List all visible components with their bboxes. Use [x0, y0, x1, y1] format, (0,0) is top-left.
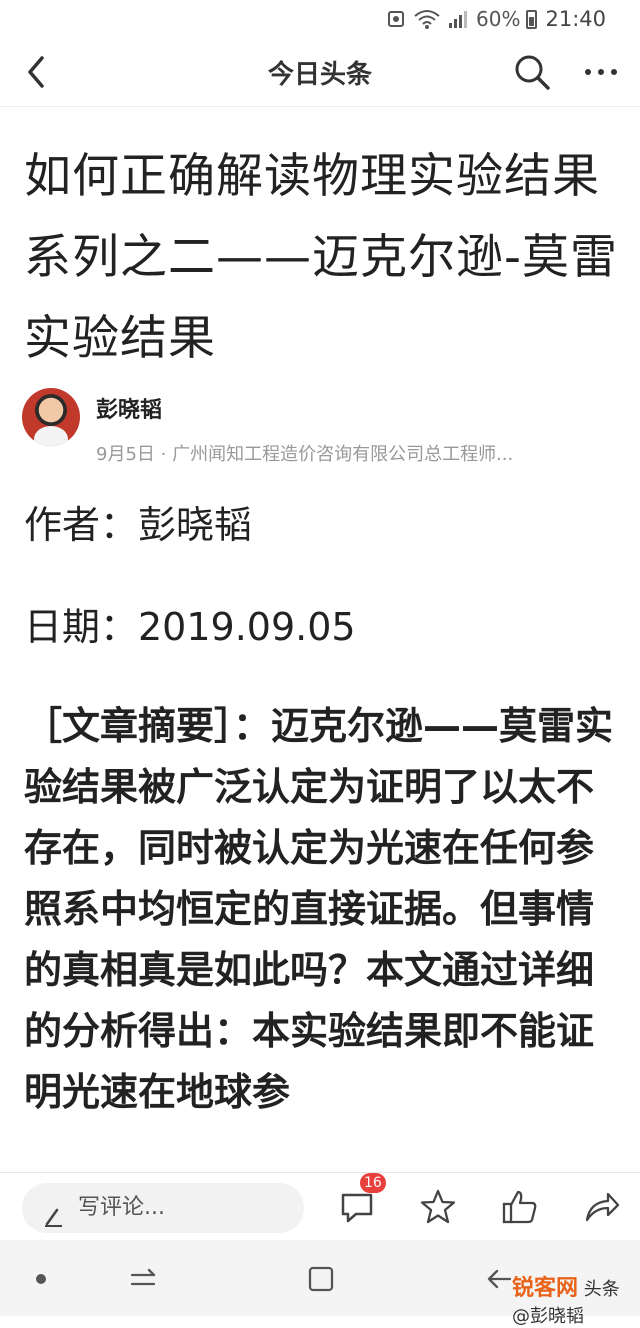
- star-icon[interactable]: [418, 1187, 458, 1227]
- notification-icon: [386, 9, 406, 29]
- like-icon[interactable]: [500, 1187, 540, 1227]
- author-info: 彭晓韬 9月5日 · 广州闻知工程造价咨询有限公司总工程师...: [22, 388, 622, 465]
- clock: 21:40: [545, 7, 606, 31]
- author-meta: 9月5日 · 广州闻知工程造价咨询有限公司总工程师...: [96, 444, 514, 465]
- author-line: 作者：彭晓韬: [24, 503, 253, 547]
- share-icon[interactable]: [582, 1187, 622, 1227]
- dot-icon[interactable]: [26, 1264, 56, 1294]
- home-icon[interactable]: [306, 1264, 336, 1294]
- article-summary: ［文章摘要］：迈克尔逊——莫雷实验结果被广泛认定为证明了以太不存在，同时被认定为…: [24, 704, 614, 1114]
- comment-icon[interactable]: [338, 1187, 378, 1227]
- author-name[interactable]: 彭晓韬: [96, 392, 162, 424]
- recent-apps-icon[interactable]: [128, 1264, 158, 1294]
- search-icon[interactable]: [512, 52, 552, 92]
- more-options-icon[interactable]: [582, 54, 620, 90]
- comment-count-badge: 16: [360, 1173, 386, 1193]
- back-nav-icon[interactable]: [484, 1264, 514, 1294]
- watermark: 锐客网 头条 @彭晓韬: [512, 1270, 640, 1328]
- date-line: 日期：2019.09.05: [24, 605, 356, 649]
- battery-percent: 60%: [476, 7, 521, 31]
- status-bar: 60% 21:40: [0, 0, 640, 38]
- article-headline: 如何正确解读物理实验结果系列之二——迈克尔逊-莫雷实验结果: [24, 149, 618, 366]
- avatar[interactable]: [22, 388, 80, 446]
- pencil-icon: [42, 1197, 66, 1227]
- signal-icon: [448, 9, 468, 29]
- comment-placeholder: 写评论...: [78, 1195, 165, 1220]
- comment-bar: 写评论... 16: [0, 1172, 640, 1241]
- watermark-brand: 锐客网: [512, 1276, 579, 1301]
- wifi-icon: [414, 9, 440, 29]
- comment-input[interactable]: 写评论...: [22, 1183, 304, 1233]
- battery-icon: [526, 9, 538, 29]
- app-header: 今日头条: [0, 38, 640, 107]
